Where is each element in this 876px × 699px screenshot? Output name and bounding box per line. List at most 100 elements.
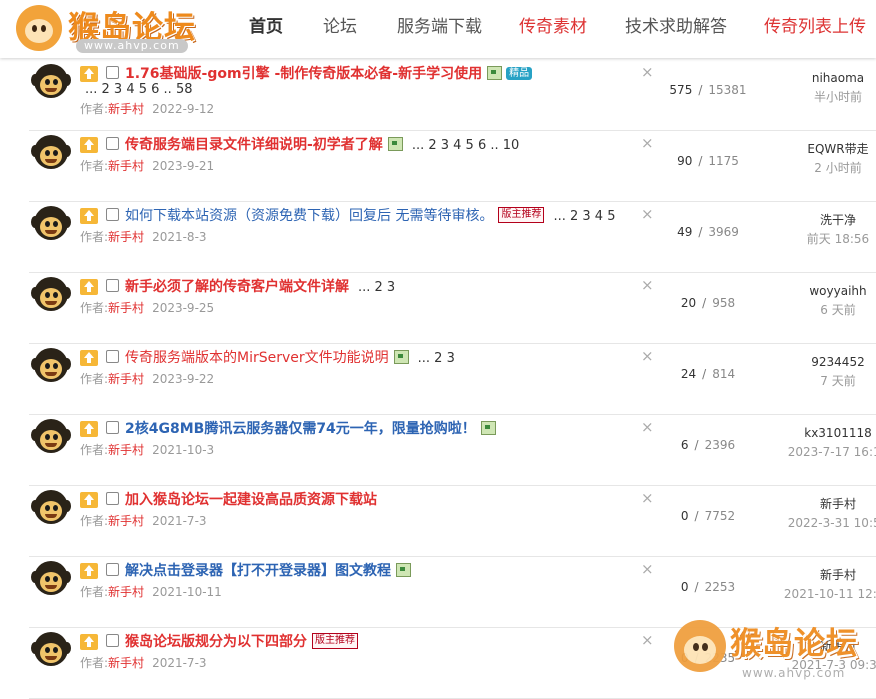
last-post-user[interactable]: 新手村 bbox=[768, 565, 876, 585]
author-link[interactable]: 新手村 bbox=[108, 372, 144, 386]
up-arrow-icon[interactable] bbox=[80, 279, 98, 295]
select-checkbox[interactable] bbox=[106, 279, 119, 292]
up-arrow-icon[interactable] bbox=[80, 350, 98, 366]
page-links[interactable]: ... 2 3 bbox=[418, 351, 455, 366]
avatar[interactable] bbox=[31, 632, 71, 670]
thread-row[interactable]: 如何下载本站资源（资源免费下载）回复后 无需等待审核。 版主推荐 ... 2 3 4… bbox=[29, 202, 876, 273]
last-post-user[interactable]: 新手村 bbox=[768, 494, 876, 514]
reply-count: 0 bbox=[680, 509, 689, 523]
select-checkbox[interactable] bbox=[106, 634, 119, 647]
select-checkbox[interactable] bbox=[106, 563, 119, 576]
thread-title-link[interactable]: 猴岛论坛版规分为以下四部分 bbox=[125, 634, 307, 650]
author-link[interactable]: 新手村 bbox=[108, 230, 144, 244]
post-date: 2021-10-3 bbox=[152, 443, 215, 457]
last-post-time[interactable]: 6 天前 bbox=[768, 301, 876, 319]
close-icon[interactable]: × bbox=[641, 134, 654, 152]
page-links[interactable]: ... 2 3 4 5 6 .. 58 bbox=[85, 81, 193, 99]
post-date: 2023-9-22 bbox=[152, 372, 215, 386]
close-icon[interactable]: × bbox=[641, 276, 654, 294]
select-checkbox[interactable] bbox=[106, 421, 119, 434]
page-links[interactable]: ... 2 3 4 5 bbox=[553, 209, 615, 224]
last-post-time[interactable]: 半小时前 bbox=[768, 88, 876, 106]
thread-title-link[interactable]: 2核4G8MB腾讯云服务器仅需74元一年，限量抢购啦！ bbox=[125, 421, 476, 437]
last-post-time[interactable]: 2021-10-11 12:01 bbox=[768, 585, 876, 603]
thread-title-link[interactable]: 加入猴岛论坛一起建设高品质资源下载站 bbox=[125, 492, 377, 508]
close-icon[interactable]: × bbox=[641, 205, 654, 223]
thread-title-link[interactable]: 1.76基础版-gom引擎 -制作传奇版本必备-新手学习使用 bbox=[125, 66, 482, 82]
author-link[interactable]: 新手村 bbox=[108, 301, 144, 315]
author-prefix: 作者: bbox=[80, 443, 109, 457]
avatar[interactable] bbox=[31, 419, 71, 457]
up-arrow-icon[interactable] bbox=[80, 634, 98, 650]
thread-title-link[interactable]: 传奇服务端版本的MirServer文件功能说明 bbox=[125, 350, 389, 366]
last-post-user[interactable]: woyyaihh bbox=[768, 281, 876, 301]
page-links[interactable]: ... 2 3 bbox=[358, 280, 395, 295]
avatar[interactable] bbox=[31, 135, 71, 173]
author-prefix: 作者: bbox=[80, 159, 109, 173]
select-checkbox[interactable] bbox=[106, 208, 119, 221]
avatar[interactable] bbox=[31, 277, 71, 315]
nav-server-download[interactable]: 服务端下载 bbox=[397, 0, 482, 58]
up-arrow-icon[interactable] bbox=[80, 66, 98, 82]
up-arrow-icon[interactable] bbox=[80, 208, 98, 224]
author-link[interactable]: 新手村 bbox=[108, 514, 144, 528]
nav-home[interactable]: 首页 bbox=[249, 0, 283, 58]
thread-row[interactable]: 新手必须了解的传奇客户端文件详解 ... 2 3 作者:新手村 2023-9-25 × 2… bbox=[29, 273, 876, 344]
nav-forum[interactable]: 论坛 bbox=[323, 0, 357, 58]
up-arrow-icon[interactable] bbox=[80, 492, 98, 508]
select-checkbox[interactable] bbox=[106, 350, 119, 363]
close-icon[interactable]: × bbox=[641, 631, 654, 649]
thread-row[interactable]: 2核4G8MB腾讯云服务器仅需74元一年，限量抢购啦！ 作者:新手村 2021-10… bbox=[29, 415, 876, 486]
thread-row[interactable]: 传奇服务端版本的MirServer文件功能说明 ... 2 3 作者:新手村 2023… bbox=[29, 344, 876, 415]
last-post-time[interactable]: 7 天前 bbox=[768, 372, 876, 390]
nav-server-list-upload[interactable]: 传奇列表上传 bbox=[764, 0, 866, 58]
page-links[interactable]: ... 2 3 4 5 6 .. 10 bbox=[412, 138, 520, 153]
last-post-user[interactable]: 9234452 bbox=[768, 352, 876, 372]
author-link[interactable]: 新手村 bbox=[108, 102, 144, 116]
thread-row[interactable]: 传奇服务端目录文件详细说明-初学者了解 ... 2 3 4 5 6 .. 10 作者… bbox=[29, 131, 876, 202]
author-link[interactable]: 新手村 bbox=[108, 443, 144, 457]
thread-title-line: 如何下载本站资源（资源免费下载）回复后 无需等待审核。 版主推荐 ... 2 3 4… bbox=[125, 206, 615, 226]
last-post-user[interactable]: kx3101118 bbox=[768, 423, 876, 443]
last-post-time[interactable]: 前天 18:56 bbox=[768, 230, 876, 248]
nav-tech-help[interactable]: 技术求助解答 bbox=[625, 0, 727, 58]
author-link[interactable]: 新手村 bbox=[108, 656, 144, 670]
reply-view-stats: 24 / 814 bbox=[648, 367, 768, 381]
avatar[interactable] bbox=[31, 64, 71, 102]
close-icon[interactable]: × bbox=[641, 560, 654, 578]
close-icon[interactable]: × bbox=[641, 418, 654, 436]
thread-row[interactable]: 加入猴岛论坛一起建设高品质资源下载站 作者:新手村 2021-7-3 × 0/7752 新… bbox=[29, 486, 876, 557]
site-logo[interactable]: 猴岛论坛 www.ahvp.com bbox=[14, 2, 214, 56]
avatar[interactable] bbox=[31, 490, 71, 528]
avatar[interactable] bbox=[31, 561, 71, 599]
nav-legend-materials[interactable]: 传奇素材 bbox=[519, 0, 587, 58]
site-header: 猴岛论坛 www.ahvp.com 首页 论坛 服务端下载 传奇素材 技术求助解… bbox=[0, 0, 876, 58]
last-post-user[interactable]: EQWR带走 bbox=[768, 139, 876, 159]
up-arrow-icon[interactable] bbox=[80, 563, 98, 579]
avatar[interactable] bbox=[31, 206, 71, 244]
close-icon[interactable]: × bbox=[641, 489, 654, 507]
thread-row[interactable]: 1.76基础版-gom引擎 -制作传奇版本必备-新手学习使用 精品 ... 2 3 … bbox=[29, 60, 876, 131]
author-link[interactable]: 新手村 bbox=[108, 159, 144, 173]
last-post-time[interactable]: 2 小时前 bbox=[768, 159, 876, 177]
avatar[interactable] bbox=[31, 348, 71, 386]
select-checkbox[interactable] bbox=[106, 66, 119, 79]
thread-title-link[interactable]: 如何下载本站资源（资源免费下载）回复后 无需等待审核。 bbox=[125, 208, 493, 224]
monkey-logo-icon bbox=[16, 5, 62, 51]
thread-title-link[interactable]: 新手必须了解的传奇客户端文件详解 bbox=[125, 279, 349, 295]
thread-title-link[interactable]: 传奇服务端目录文件详细说明-初学者了解 bbox=[125, 137, 383, 153]
last-post-time[interactable]: 2023-7-17 16:18 bbox=[768, 443, 876, 461]
thread-title-link[interactable]: 解决点击登录器【打不开登录器】图文教程 bbox=[125, 563, 391, 579]
up-arrow-icon[interactable] bbox=[80, 421, 98, 437]
close-icon[interactable]: × bbox=[641, 63, 654, 81]
post-date: 2021-8-3 bbox=[152, 230, 207, 244]
close-icon[interactable]: × bbox=[641, 347, 654, 365]
author-link[interactable]: 新手村 bbox=[108, 585, 144, 599]
select-checkbox[interactable] bbox=[106, 492, 119, 505]
select-checkbox[interactable] bbox=[106, 137, 119, 150]
last-post-time[interactable]: 2022-3-31 10:58 bbox=[768, 514, 876, 532]
moderator-recommend-badge: 版主推荐 bbox=[312, 633, 358, 649]
last-post-user[interactable]: nihaoma bbox=[768, 68, 876, 88]
up-arrow-icon[interactable] bbox=[80, 137, 98, 153]
last-post-user[interactable]: 洗干净 bbox=[768, 210, 876, 230]
